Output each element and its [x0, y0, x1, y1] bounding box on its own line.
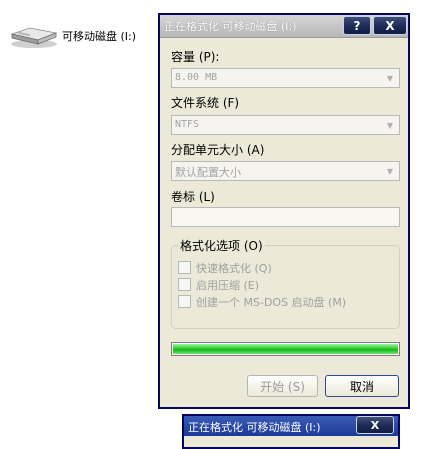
filesystem-value: NTFS — [175, 119, 200, 130]
allocation-label: 分配单元大小 (A) — [171, 143, 265, 157]
filesystem-select[interactable]: NTFS ▼ — [171, 115, 400, 135]
progress-fill — [173, 344, 398, 354]
close-icon: X — [385, 18, 395, 33]
capacity-value: 8.00 MB — [175, 72, 218, 83]
removable-drive-icon — [8, 22, 60, 50]
format-options-group: 格式化选项 (O) 快速格式化 (Q) 启用压缩 (E) 创建一个 MS-DOS… — [171, 237, 400, 329]
format-window-taskbar-preview[interactable]: 正在格式化 可移动磁盘 (I:) X — [182, 414, 400, 449]
quick-format-label: 快速格式化 (Q) — [196, 261, 272, 275]
volume-label: 卷标 (L) — [171, 190, 215, 204]
volume-input[interactable] — [171, 207, 400, 227]
drive-label: 可移动磁盘 (I:) — [62, 30, 137, 43]
enable-compression-label: 启用压缩 (E) — [196, 278, 260, 292]
checkbox-box — [178, 261, 191, 274]
dialog-title: 正在格式化 可移动磁盘 (I:) — [164, 20, 297, 33]
format-dialog: 正在格式化 可移动磁盘 (I:) ? X 容量 (P): 8.00 MB ▼ 文… — [158, 13, 410, 409]
msdos-startup-checkbox[interactable]: 创建一个 MS-DOS 启动盘 (M) — [178, 294, 346, 309]
chevron-down-icon: ▼ — [386, 73, 394, 83]
checkbox-box — [178, 278, 191, 291]
dialog-titlebar[interactable]: 正在格式化 可移动磁盘 (I:) ? X — [160, 15, 408, 38]
mini-title: 正在格式化 可移动磁盘 (I:) — [188, 421, 321, 434]
allocation-select[interactable]: 默认配置大小 ▼ — [171, 161, 400, 181]
removable-drive-item[interactable]: 可移动磁盘 (I:) — [8, 22, 136, 50]
mini-titlebar[interactable]: 正在格式化 可移动磁盘 (I:) X — [184, 416, 398, 436]
chevron-down-icon: ▼ — [386, 166, 394, 176]
help-icon: ? — [353, 18, 361, 33]
format-options-title: 格式化选项 (O) — [178, 237, 265, 254]
format-progress-bar — [171, 342, 400, 356]
quick-format-checkbox[interactable]: 快速格式化 (Q) — [178, 260, 272, 275]
capacity-label: 容量 (P): — [171, 50, 220, 64]
close-button[interactable]: X — [373, 16, 407, 35]
cancel-button[interactable]: 取消 — [325, 375, 399, 397]
enable-compression-checkbox[interactable]: 启用压缩 (E) — [178, 277, 259, 292]
checkbox-box — [178, 295, 191, 308]
start-button[interactable]: 开始 (S) — [247, 375, 318, 397]
filesystem-label: 文件系统 (F) — [171, 96, 240, 110]
help-button[interactable]: ? — [343, 16, 371, 35]
chevron-down-icon: ▼ — [386, 120, 394, 130]
allocation-value: 默认配置大小 — [175, 166, 241, 179]
msdos-startup-label: 创建一个 MS-DOS 启动盘 (M) — [196, 295, 347, 309]
dialog-body: 容量 (P): 8.00 MB ▼ 文件系统 (F) NTFS ▼ 分配单元大小… — [160, 38, 408, 407]
mini-close-button[interactable]: X — [356, 416, 394, 434]
close-icon: X — [370, 418, 380, 432]
capacity-select[interactable]: 8.00 MB ▼ — [171, 68, 400, 88]
